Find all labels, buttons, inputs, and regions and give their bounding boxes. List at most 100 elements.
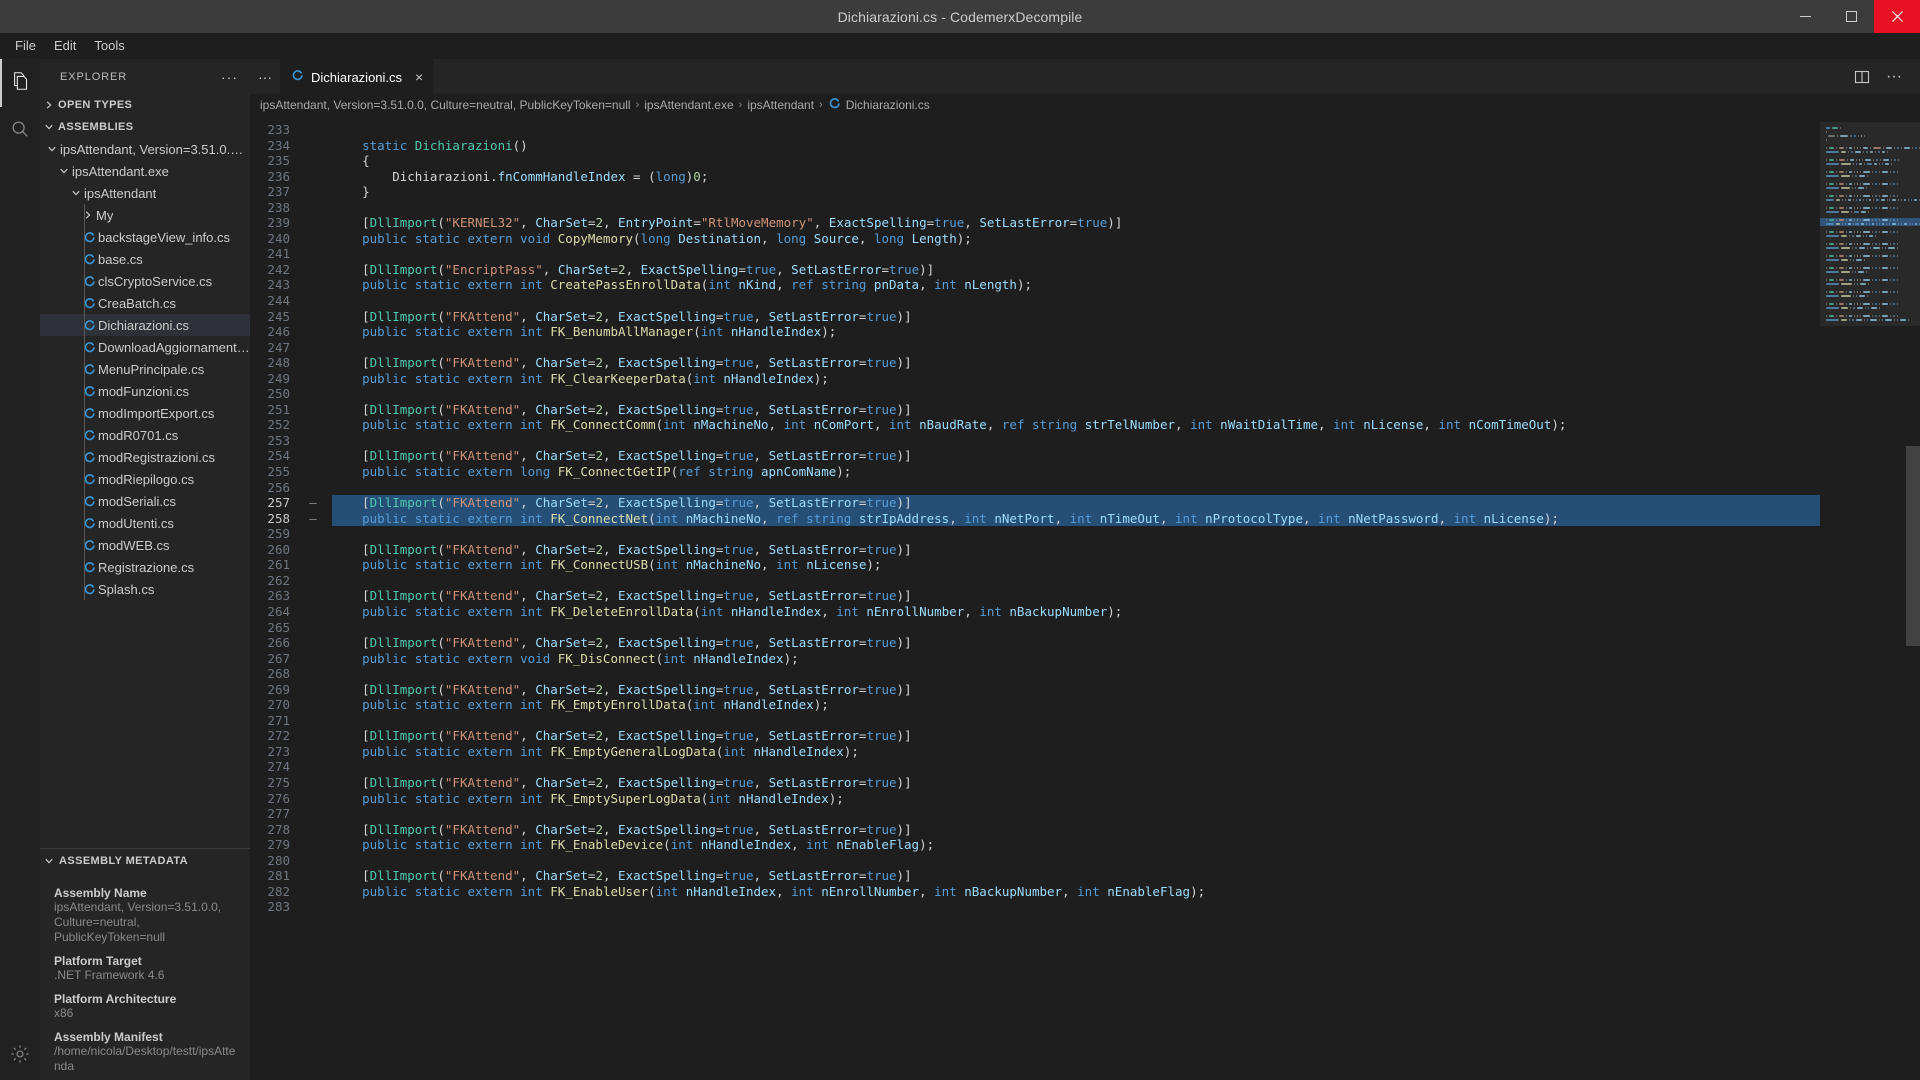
breadcrumb-item[interactable]: ipsAttendant bbox=[747, 98, 814, 112]
activity-settings-button[interactable] bbox=[0, 1032, 40, 1080]
tree-item-file[interactable]: modImportExport.cs bbox=[40, 402, 250, 424]
tabbar-more-icon[interactable]: ··· bbox=[250, 59, 280, 94]
code-line[interactable]: public static extern int FK_DeleteEnroll… bbox=[332, 604, 1820, 620]
code-line[interactable]: [DllImport("FKAttend", CharSet=2, ExactS… bbox=[332, 448, 1820, 464]
code-line[interactable]: static Dichiarazioni() bbox=[332, 138, 1820, 154]
code-line[interactable]: public static extern void FK_DisConnect(… bbox=[332, 651, 1820, 667]
tree-item-file[interactable]: modWEB.cs bbox=[40, 534, 250, 556]
code-line[interactable] bbox=[332, 620, 1820, 636]
tab-close-icon[interactable]: × bbox=[415, 70, 423, 84]
tree-item-folder[interactable]: ipsAttendant.exe bbox=[40, 160, 250, 182]
code-line[interactable] bbox=[332, 340, 1820, 356]
breadcrumb-item[interactable]: Dichiarazioni.cs bbox=[828, 97, 930, 113]
editor-scrollbar[interactable] bbox=[1906, 116, 1920, 1080]
code-line[interactable] bbox=[332, 573, 1820, 589]
code-line[interactable] bbox=[332, 122, 1820, 138]
tree-item-file[interactable]: CreaBatch.cs bbox=[40, 292, 250, 314]
breadcrumb-item[interactable]: ipsAttendant.exe bbox=[644, 98, 733, 112]
tree-item-file[interactable]: DownloadAggiornamento.cs bbox=[40, 336, 250, 358]
tree-item-file[interactable]: Dichiarazioni.cs bbox=[40, 314, 250, 336]
chevron-right-icon[interactable] bbox=[80, 210, 96, 220]
code-line[interactable] bbox=[332, 293, 1820, 309]
tree-item-file[interactable]: modSeriali.cs bbox=[40, 490, 250, 512]
more-actions-icon[interactable]: ··· bbox=[1880, 59, 1908, 94]
tree-item-file[interactable]: modFunzioni.cs bbox=[40, 380, 250, 402]
code-line[interactable] bbox=[332, 899, 1820, 915]
code-line[interactable]: public static extern int FK_EmptyGeneral… bbox=[332, 744, 1820, 760]
maximize-button[interactable] bbox=[1828, 0, 1874, 33]
sidebar-more-icon[interactable]: ··· bbox=[221, 70, 238, 84]
tree-item-file[interactable]: modRegistrazioni.cs bbox=[40, 446, 250, 468]
tree-item-file[interactable]: Registrazione.cs bbox=[40, 556, 250, 578]
code-line[interactable]: public static extern int CreatePassEnrol… bbox=[332, 277, 1820, 293]
chevron-down-icon[interactable] bbox=[56, 166, 72, 176]
tree-item-file[interactable]: modUtenti.cs bbox=[40, 512, 250, 534]
code-line[interactable]: { bbox=[332, 153, 1820, 169]
tree-item-file[interactable]: base.cs bbox=[40, 248, 250, 270]
code-line[interactable] bbox=[332, 526, 1820, 542]
minimap[interactable] bbox=[1820, 116, 1920, 1080]
code-line[interactable]: public static extern int FK_EnableDevice… bbox=[332, 837, 1820, 853]
code-line[interactable]: [DllImport("FKAttend", CharSet=2, ExactS… bbox=[332, 402, 1820, 418]
activity-explorer-button[interactable] bbox=[0, 59, 40, 107]
tree-item-file[interactable]: backstageView_info.cs bbox=[40, 226, 250, 248]
code-line[interactable]: [DllImport("FKAttend", CharSet=2, ExactS… bbox=[332, 682, 1820, 698]
section-open-types[interactable]: OPEN TYPES bbox=[40, 94, 250, 116]
code-line[interactable]: [DllImport("FKAttend", CharSet=2, ExactS… bbox=[332, 542, 1820, 558]
code-line[interactable]: public static extern int FK_BenumbAllMan… bbox=[332, 324, 1820, 340]
tree-item-file[interactable]: MenuPrincipale.cs bbox=[40, 358, 250, 380]
code-line[interactable] bbox=[332, 200, 1820, 216]
tree-item-file[interactable]: modR0701.cs bbox=[40, 424, 250, 446]
chevron-down-icon[interactable] bbox=[44, 144, 60, 154]
code-line[interactable]: [DllImport("FKAttend", CharSet=2, ExactS… bbox=[332, 588, 1820, 604]
code-line[interactable]: [DllImport("FKAttend", CharSet=2, ExactS… bbox=[332, 822, 1820, 838]
code-line[interactable] bbox=[332, 806, 1820, 822]
code-line[interactable]: public static extern int FK_EnableUser(i… bbox=[332, 884, 1820, 900]
code-line[interactable] bbox=[332, 853, 1820, 869]
code-line[interactable]: [DllImport("EncriptPass", CharSet=2, Exa… bbox=[332, 262, 1820, 278]
assembly-metadata-header[interactable]: ASSEMBLY METADATA bbox=[40, 849, 250, 873]
code-line[interactable]: [DllImport("FKAttend", CharSet=2, ExactS… bbox=[332, 635, 1820, 651]
code-line[interactable]: public static extern int FK_EmptyEnrollD… bbox=[332, 697, 1820, 713]
code-line[interactable]: [DllImport("FKAttend", CharSet=2, ExactS… bbox=[332, 868, 1820, 884]
code-line[interactable]: [DllImport("FKAttend", CharSet=2, ExactS… bbox=[332, 309, 1820, 325]
code-line[interactable]: [DllImport("FKAttend", CharSet=2, ExactS… bbox=[332, 495, 1820, 511]
activity-search-button[interactable] bbox=[0, 107, 40, 155]
tree-item-folder[interactable]: My bbox=[40, 204, 250, 226]
chevron-down-icon[interactable] bbox=[68, 188, 84, 198]
code-line[interactable] bbox=[332, 759, 1820, 775]
code-line[interactable]: public static extern int FK_ConnectComm(… bbox=[332, 417, 1820, 433]
tree-item-file[interactable]: Splash.cs bbox=[40, 578, 250, 600]
code-line[interactable]: public static extern int FK_EmptySuperLo… bbox=[332, 791, 1820, 807]
code-line[interactable]: public static extern void CopyMemory(lon… bbox=[332, 231, 1820, 247]
code-line[interactable]: [DllImport("FKAttend", CharSet=2, ExactS… bbox=[332, 775, 1820, 791]
code-line[interactable]: [DllImport("KERNEL32", CharSet = 2, EntryP… bbox=[332, 215, 1820, 231]
breadcrumb-item[interactable]: ipsAttendant, Version=3.51.0.0, Culture=… bbox=[260, 98, 631, 112]
code-line[interactable]: public static extern int FK_ConnectUSB(i… bbox=[332, 557, 1820, 573]
tree-item-folder[interactable]: ipsAttendant, Version=3.51.0.0, Cul... bbox=[40, 138, 250, 160]
menu-edit[interactable]: Edit bbox=[45, 35, 85, 57]
code-line[interactable] bbox=[332, 433, 1820, 449]
tree-item-file[interactable]: clsCryptoService.cs bbox=[40, 270, 250, 292]
minimap-slider[interactable] bbox=[1820, 122, 1920, 326]
code-line[interactable] bbox=[332, 480, 1820, 496]
code-line[interactable]: [DllImport("FKAttend", CharSet=2, ExactS… bbox=[332, 355, 1820, 371]
code-line[interactable] bbox=[332, 713, 1820, 729]
tab-dichiarazioni[interactable]: Dichiarazioni.cs × bbox=[280, 59, 434, 94]
menu-tools[interactable]: Tools bbox=[85, 35, 133, 57]
code-content[interactable]: static Dichiarazioni() { Dichiarazioni.f… bbox=[324, 116, 1820, 1080]
tree-item-file[interactable]: modRiepilogo.cs bbox=[40, 468, 250, 490]
fold-gutter[interactable]: – – bbox=[302, 116, 324, 1080]
code-line[interactable]: Dichiarazioni.fnCommHandleIndex = (long)… bbox=[332, 169, 1820, 185]
code-line[interactable]: [DllImport("FKAttend", CharSet=2, ExactS… bbox=[332, 728, 1820, 744]
split-editor-icon[interactable] bbox=[1848, 59, 1876, 94]
code-line[interactable] bbox=[332, 666, 1820, 682]
section-assemblies[interactable]: ASSEMBLIES bbox=[40, 116, 250, 138]
code-line[interactable]: public static extern int FK_ConnectNet(i… bbox=[332, 510, 1820, 527]
code-line[interactable] bbox=[332, 246, 1820, 262]
code-line[interactable] bbox=[332, 386, 1820, 402]
code-line[interactable]: public static extern int FK_ClearKeeperD… bbox=[332, 371, 1820, 387]
minimize-button[interactable] bbox=[1782, 0, 1828, 33]
close-button[interactable] bbox=[1874, 0, 1920, 33]
code-line[interactable]: } bbox=[332, 184, 1820, 200]
